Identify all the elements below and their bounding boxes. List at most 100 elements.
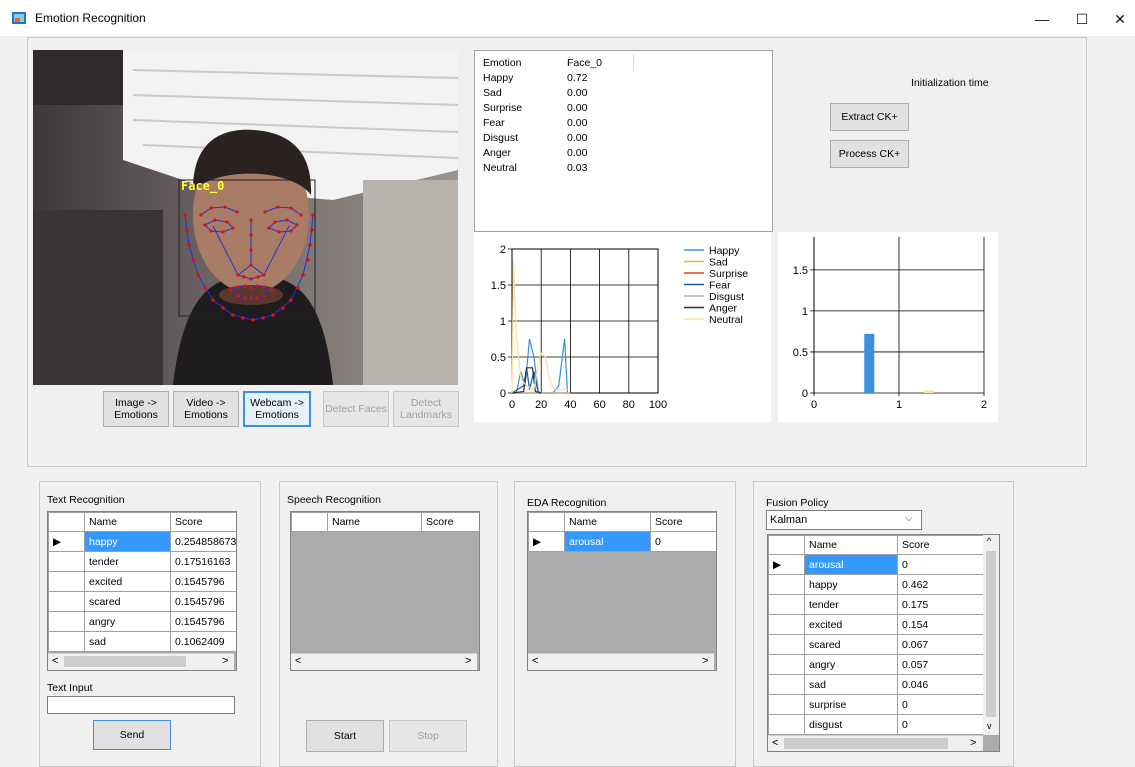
table-row[interactable]: scared 0.067 [768,634,984,655]
name-column-header[interactable]: Name [327,512,422,532]
scroll-right-icon[interactable]: > [702,655,708,667]
table-row[interactable]: ▶ arousal 0 [528,531,716,552]
score-column-header[interactable]: Score [897,535,984,555]
cell-score[interactable]: 0.1062409 [170,631,236,652]
scroll-left-icon[interactable]: < [772,737,778,749]
window-title: Emotion Recognition [35,11,146,25]
video-emotions-button[interactable]: Video -> Emotions [173,391,239,427]
cell-name[interactable]: tender [804,594,898,615]
image-emotions-button[interactable]: Image -> Emotions [103,391,169,427]
scroll-up-icon[interactable]: ^ [987,536,991,546]
table-row[interactable]: angry 0.057 [768,654,984,675]
scroll-thumb[interactable] [64,656,186,667]
vertical-scrollbar[interactable]: ^ v [983,535,999,735]
table-row[interactable]: excited 0.154 [768,614,984,635]
close-button[interactable]: ✕ [1103,6,1135,32]
name-column-header[interactable]: Name [564,512,651,532]
cell-name[interactable]: sad [804,674,898,695]
scroll-right-icon[interactable]: > [465,655,471,667]
process-ck-button[interactable]: Process CK+ [830,140,909,168]
horizontal-scrollbar[interactable]: < > [48,653,234,670]
maximize-button[interactable]: ☐ [1065,6,1099,32]
minimize-button[interactable]: — [1025,6,1059,32]
emotion-name: Sad [483,86,502,99]
table-row[interactable]: tender 0.175 [768,594,984,615]
row-header-corner [48,512,85,532]
emotion-history-chart: 0 20 40 60 80 100 0 0.5 1 1.5 2 Happy Sad Surprise Fea… [474,232,771,422]
table-row[interactable]: excited 0.1545796 [48,571,236,592]
cell-score[interactable]: 0 [897,714,984,735]
cell-name[interactable]: happy [84,531,171,552]
cell-score[interactable]: 0.067 [897,634,984,655]
fusion-policy-select[interactable]: Kalman ⌵ [766,510,922,530]
table-row[interactable]: sad 0.046 [768,674,984,695]
cell-name[interactable]: excited [804,614,898,635]
table-row[interactable]: sad 0.1062409 [48,631,236,652]
score-column-header[interactable]: Score [170,512,236,532]
webcam-emotions-button[interactable]: Webcam -> Emotions [243,391,311,427]
horizontal-scrollbar[interactable]: < > [291,653,477,670]
emotion-name: Neutral [483,161,517,174]
scroll-right-icon[interactable]: > [222,655,228,667]
series-line-neutral [511,259,568,394]
scroll-left-icon[interactable]: < [532,655,538,667]
cell-score[interactable]: 0.462 [897,574,984,595]
cell-score[interactable]: 0.154 [897,614,984,635]
cell-name[interactable]: arousal [804,554,898,575]
cell-score[interactable]: 0.254858673 [170,531,236,552]
scroll-left-icon[interactable]: < [295,655,301,667]
table-row[interactable]: tender 0.17516163 [48,551,236,572]
cell-score[interactable]: 0.17516163 [170,551,236,572]
cell-score[interactable]: 0.046 [897,674,984,695]
cell-name[interactable]: angry [84,611,171,632]
extract-ck-button[interactable]: Extract CK+ [830,103,909,131]
speech-recognition-grid: Name Score [290,511,480,671]
send-button[interactable]: Send [93,720,171,750]
score-column-header[interactable]: Score [421,512,479,532]
cell-score[interactable]: 0.057 [897,654,984,675]
cell-score[interactable]: 0.1545796 [170,571,236,592]
scroll-left-icon[interactable]: < [52,655,58,667]
cell-name[interactable]: disgust [804,714,898,735]
horizontal-scrollbar[interactable]: < > [528,653,714,670]
table-row[interactable]: disgust 0 [768,714,984,735]
name-column-header[interactable]: Name [804,535,898,555]
cell-score[interactable]: 0.175 [897,594,984,615]
cell-name[interactable]: excited [84,571,171,592]
cell-name[interactable]: sad [84,631,171,652]
cell-name[interactable]: scared [84,591,171,612]
cell-name[interactable]: arousal [564,531,651,552]
start-button[interactable]: Start [306,720,384,752]
horizontal-scrollbar[interactable]: < > [768,735,983,751]
x-tick-label: 40 [564,399,576,411]
stop-button[interactable]: Stop [389,720,467,752]
table-row[interactable]: ▶ arousal 0 [768,554,984,575]
cell-name[interactable]: happy [804,574,898,595]
scroll-down-icon[interactable]: v [987,721,992,731]
table-row[interactable]: angry 0.1545796 [48,611,236,632]
table-row[interactable]: surprise 0 [768,694,984,715]
text-input-field[interactable] [47,696,235,714]
table-row[interactable]: scared 0.1545796 [48,591,236,612]
cell-name[interactable]: scared [804,634,898,655]
detect-faces-button[interactable]: Detect Faces [323,391,389,427]
scroll-thumb[interactable] [784,738,948,749]
cell-score[interactable]: 0.1545796 [170,611,236,632]
cell-score[interactable]: 0 [897,694,984,715]
detect-landmarks-button[interactable]: Detect Landmarks [393,391,459,427]
cell-score[interactable]: 0.1545796 [170,591,236,612]
cell-name[interactable]: tender [84,551,171,572]
cell-name[interactable]: surprise [804,694,898,715]
cell-score[interactable]: 0 [650,531,716,552]
bar [923,390,934,393]
legend-label: Surprise [709,268,748,280]
emotion-row-sad: Sad 0.00 [479,85,634,100]
table-row[interactable]: happy 0.462 [768,574,984,595]
scroll-thumb[interactable] [986,551,996,717]
cell-name[interactable]: angry [804,654,898,675]
cell-score[interactable]: 0 [897,554,984,575]
scroll-right-icon[interactable]: > [970,737,976,749]
table-row[interactable]: ▶ happy 0.254858673 [48,531,236,552]
score-column-header[interactable]: Score [650,512,716,532]
name-column-header[interactable]: Name [84,512,171,532]
